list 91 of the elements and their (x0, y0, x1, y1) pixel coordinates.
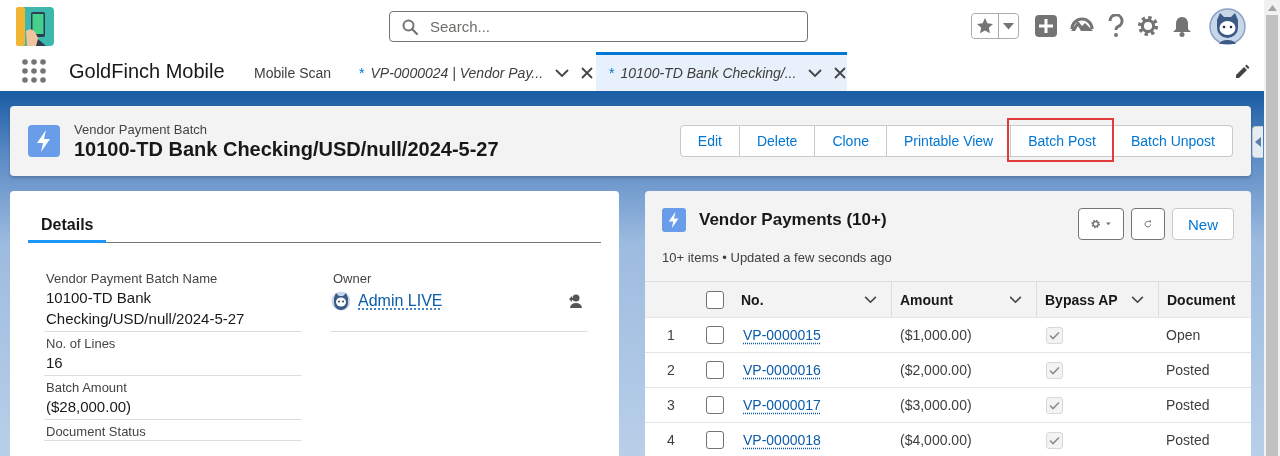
tab[interactable]: * 10100-TD Bank Checking/... (596, 52, 848, 91)
table-cell-text: ($1,000.00) (899, 327, 972, 343)
new-button[interactable]: New (1172, 208, 1234, 240)
record-title: 10100-TD Bank Checking/USD/null/2024-5-27 (74, 137, 499, 161)
search-icon (402, 18, 418, 35)
table-cell-text: ($4,000.00) (899, 432, 972, 448)
table-cell-text: Posted (1165, 397, 1210, 413)
list-summary: 10+ items • Updated a few seconds ago (661, 249, 893, 267)
settings-icon[interactable] (1137, 15, 1159, 37)
tab[interactable]: Details (28, 209, 107, 243)
table-cell-text: Open (1165, 327, 1201, 343)
checkbox[interactable] (706, 431, 724, 449)
field-label: Vendor Payment Batch Name (45, 270, 218, 287)
chevron-icon (1131, 295, 1144, 304)
chevron-icon (808, 68, 823, 78)
caret-icon (1106, 221, 1111, 227)
tab[interactable]: * VP-0000024 | Vendor Pay... (349, 52, 597, 91)
action-button[interactable]: Clone (815, 125, 887, 157)
column-menu-button[interactable] (1009, 295, 1022, 304)
field-label: Document Status (45, 423, 146, 440)
scrollbar-thumb[interactable] (1266, 15, 1278, 456)
related-list-title: Vendor Payments (10+) (699, 209, 887, 231)
chevron-icon (1009, 295, 1022, 304)
row-number: 2 (666, 362, 676, 378)
tab[interactable]: Mobile Scan (231, 52, 350, 91)
refresh-button[interactable] (1131, 208, 1165, 240)
app-launcher-icon[interactable] (22, 59, 46, 83)
table-cell-text: Posted (1165, 362, 1210, 378)
table-cell-text: ($2,000.00) (899, 362, 972, 378)
checkbox[interactable] (706, 290, 724, 309)
table-cell-text: Posted (1165, 432, 1210, 448)
tab-menu-button[interactable] (808, 68, 823, 78)
change-owner-icon[interactable] (568, 293, 582, 309)
column-header: Bypass AP (1045, 291, 1118, 308)
column-menu-button[interactable] (864, 295, 877, 304)
object-type-label: Vendor Payment Batch (74, 121, 208, 137)
record-link[interactable]: VP-0000016 (733, 362, 821, 378)
checkmark-icon (1049, 365, 1060, 375)
list-settings-button[interactable] (1078, 208, 1124, 240)
action-button[interactable]: Batch Unpost (1113, 125, 1233, 157)
field-label: Batch Amount (45, 379, 127, 396)
row-number: 1 (666, 327, 676, 343)
checkbox[interactable] (706, 361, 724, 379)
record-link[interactable]: VP-0000018 (733, 432, 821, 448)
action-button[interactable]: Edit (679, 125, 740, 157)
action-button[interactable]: Batch Post (1011, 125, 1114, 157)
lightning-icon (662, 208, 686, 232)
close-icon (834, 67, 847, 79)
owner-avatar-icon (331, 291, 351, 311)
favorites-menu-button[interactable] (998, 14, 1018, 38)
checkmark-icon (1049, 400, 1060, 410)
add-icon[interactable] (1035, 15, 1057, 37)
record-link[interactable]: VP-0000017 (733, 397, 821, 413)
tab-menu-button[interactable] (555, 68, 570, 78)
column-menu-button[interactable] (1131, 295, 1144, 304)
app-logo (16, 6, 54, 46)
action-button[interactable]: Printable View (887, 125, 1012, 157)
row-number: 3 (666, 397, 676, 413)
avatar-icon[interactable] (1209, 7, 1246, 45)
table-cell-text: ($3,000.00) (899, 397, 972, 413)
checkbox[interactable] (706, 326, 724, 344)
field-label: Owner (332, 270, 372, 287)
field-value: 10100-TD Bank Checking/USD/null/2024-5-27 (45, 288, 246, 329)
checkmark-icon (1049, 330, 1060, 340)
close-tab-button[interactable] (581, 67, 594, 79)
column-header: Amount (900, 291, 953, 308)
panel-toggle[interactable] (1252, 126, 1263, 158)
field-label: No. of Lines (45, 335, 116, 352)
triangle-icon (1255, 137, 1261, 147)
search-field[interactable]: Search... (389, 10, 808, 42)
chevron-icon (555, 68, 570, 78)
close-tab-button[interactable] (834, 67, 847, 79)
help-icon[interactable] (1107, 14, 1125, 38)
record-link[interactable]: VP-0000015 (733, 327, 821, 343)
chevron-icon (864, 295, 877, 304)
lightning-icon (28, 125, 60, 157)
owner-link[interactable]: Admin LIVE (358, 292, 443, 310)
app-name: GoldFinch Mobile (69, 60, 226, 83)
column-header: Document (1167, 291, 1236, 308)
checkbox[interactable] (706, 396, 724, 414)
field-value: 16 (45, 353, 63, 373)
column-header: No. (741, 291, 764, 308)
checkmark-icon (1049, 435, 1060, 445)
caret-icon (1003, 22, 1014, 30)
close-icon (581, 67, 594, 79)
edit-icon[interactable] (1234, 63, 1250, 80)
field-value: ($28,000.00) (45, 397, 132, 417)
row-number: 4 (666, 432, 676, 448)
star-icon (976, 17, 994, 35)
action-button[interactable]: Delete (739, 125, 816, 157)
bell-icon[interactable] (1171, 15, 1193, 37)
